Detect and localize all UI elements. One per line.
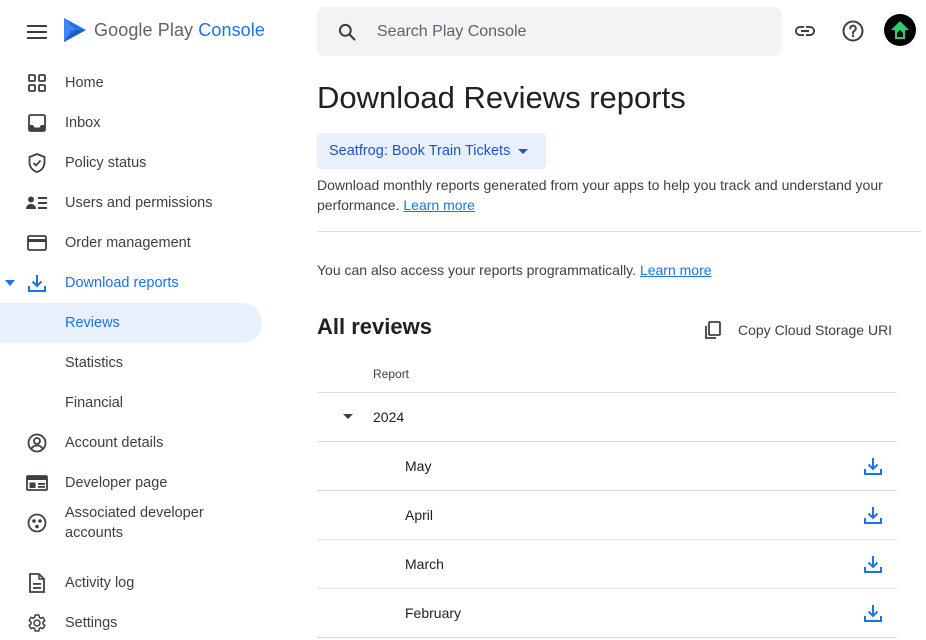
logo-text: Google Play Console	[94, 19, 266, 40]
account-icon	[26, 433, 48, 453]
sidebar-item-financial[interactable]: Financial	[0, 383, 262, 423]
sidebar-item-policy-status[interactable]: Policy status	[0, 143, 262, 183]
seatfrog-avatar-icon	[891, 21, 909, 39]
collapse-arrow-icon[interactable]	[343, 414, 353, 419]
download-icon	[864, 605, 882, 622]
developer-page-icon	[26, 473, 48, 493]
sidebar-item-inbox[interactable]: Inbox	[0, 103, 262, 143]
sidebar-item-associated-developer-accounts[interactable]: Associated developer accounts	[0, 503, 262, 543]
table-row: May	[317, 442, 897, 491]
section-title: All reviews	[317, 314, 432, 339]
sidebar-item-activity-log[interactable]: Activity log	[0, 563, 262, 603]
sidebar-item-label: Account details	[65, 435, 164, 451]
page-title: Download Reviews reports	[317, 80, 686, 115]
programmatic-learn-more-link[interactable]: Learn more	[640, 262, 712, 278]
credit-card-icon	[26, 233, 48, 253]
help-icon	[842, 20, 864, 42]
sidebar-item-account-details[interactable]: Account details	[0, 423, 262, 463]
month-label: April	[405, 507, 434, 523]
divider	[317, 231, 921, 232]
download-button[interactable]	[863, 554, 883, 574]
shield-check-icon	[26, 153, 48, 173]
link-button[interactable]	[792, 18, 818, 44]
avatar[interactable]	[884, 14, 916, 46]
month-label: February	[405, 605, 462, 621]
table-row: March	[317, 540, 897, 589]
sidebar-item-order-management[interactable]: Order management	[0, 223, 262, 263]
associated-accounts-icon	[26, 513, 48, 533]
download-icon	[864, 458, 882, 475]
table-header: Report	[317, 356, 897, 393]
app-selector-label: Seatfrog: Book Train Tickets	[329, 143, 511, 159]
reviews-table: Report 2024 May April March February	[317, 356, 897, 638]
page-description: Download monthly reports generated from …	[317, 177, 883, 213]
sidebar-item-label: Settings	[65, 615, 118, 631]
menu-button[interactable]	[22, 20, 52, 44]
sidebar-item-label: Statistics	[65, 355, 124, 371]
sidebar-item-label: Developer page	[65, 475, 168, 491]
sidebar-item-label: Activity log	[65, 575, 135, 591]
sidebar-item-developer-page[interactable]: Developer page	[0, 463, 262, 503]
dropdown-arrow-icon	[518, 148, 529, 154]
app-selector-dropdown[interactable]: Seatfrog: Book Train Tickets	[317, 133, 546, 169]
sidebar-item-label: Associated developer accounts	[65, 505, 204, 541]
sidebar-item-label: Financial	[65, 395, 124, 411]
sidebar-item-label: Inbox	[65, 115, 101, 131]
programmatic-access-text: You can also access your reports program…	[317, 262, 712, 278]
download-icon	[26, 273, 48, 293]
help-button[interactable]	[840, 18, 866, 44]
inbox-icon	[26, 113, 48, 133]
link-icon	[795, 26, 815, 36]
sidebar-item-label: Home	[65, 75, 104, 91]
sidebar-item-label: Order management	[65, 235, 191, 251]
download-icon	[864, 556, 882, 573]
sidebar-item-label: Download reports	[65, 275, 179, 291]
download-button[interactable]	[863, 603, 883, 623]
month-label: May	[405, 458, 432, 474]
download-button[interactable]	[863, 456, 883, 476]
download-button[interactable]	[863, 505, 883, 525]
copy-cloud-storage-uri-button[interactable]: Copy Cloud Storage URI	[704, 321, 892, 339]
gear-icon	[26, 613, 48, 633]
sidebar-item-users-and-permissions[interactable]: Users and permissions	[0, 183, 262, 223]
sidebar-item-label: Reviews	[65, 315, 120, 331]
menu-icon	[27, 25, 47, 39]
sidebar-item-download-reports[interactable]: Download reports	[0, 263, 262, 303]
play-console-logo[interactable]: Google Play Console	[62, 16, 265, 44]
sidebar-item-home[interactable]: Home	[0, 63, 262, 103]
download-icon	[864, 507, 882, 524]
sidebar-item-reviews[interactable]: Reviews	[0, 303, 262, 343]
search-bar[interactable]	[317, 7, 782, 56]
month-label: March	[405, 556, 444, 572]
activity-log-icon	[26, 573, 48, 593]
sidebar-item-settings[interactable]: Settings	[0, 603, 262, 640]
year-label: 2024	[373, 409, 405, 425]
sidebar-item-label: Users and permissions	[65, 195, 213, 211]
play-console-logo-icon	[64, 18, 86, 42]
search-input[interactable]	[377, 22, 757, 41]
copy-uri-label: Copy Cloud Storage URI	[738, 322, 893, 338]
sidebar-item-label: Policy status	[65, 155, 147, 171]
year-row[interactable]: 2024	[317, 393, 897, 442]
table-row: February	[317, 589, 897, 638]
column-header-report: Report	[373, 367, 410, 381]
table-row: April	[317, 491, 897, 540]
home-grid-icon	[26, 73, 48, 93]
learn-more-link[interactable]: Learn more	[403, 197, 475, 213]
sidebar-nav: Home Inbox Policy status Users and permi…	[0, 63, 262, 640]
search-icon	[338, 23, 356, 41]
users-icon	[26, 193, 48, 213]
sidebar-item-statistics[interactable]: Statistics	[0, 343, 262, 383]
copy-icon	[705, 321, 721, 339]
caret-down-icon[interactable]	[5, 280, 15, 286]
